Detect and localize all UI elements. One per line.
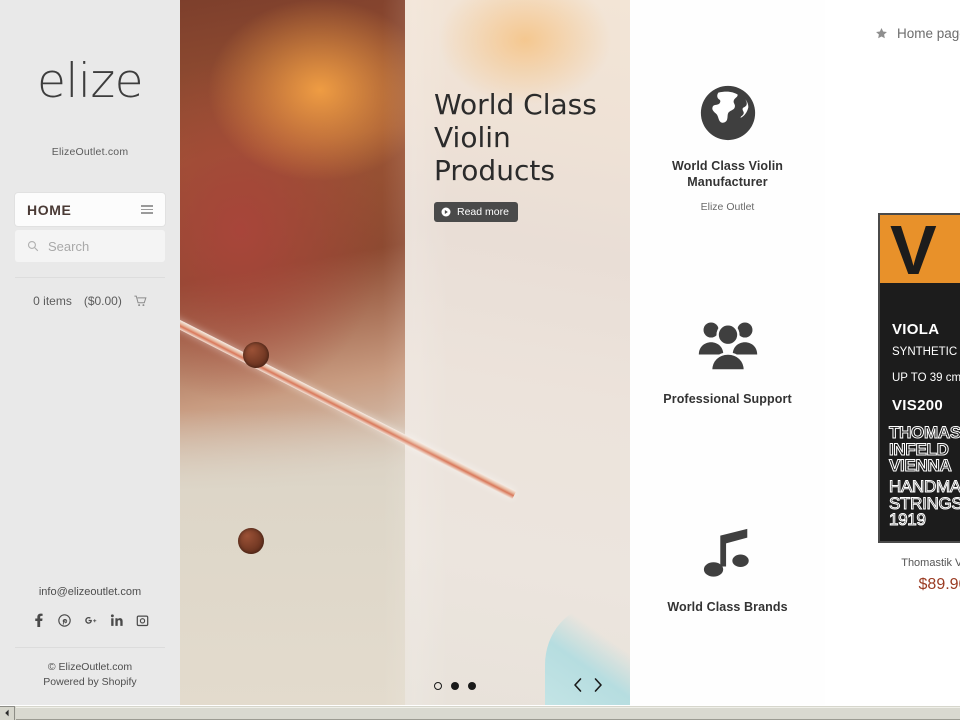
product-box-line1: VIOLA xyxy=(892,321,940,338)
play-circle-icon xyxy=(441,207,451,217)
chevron-right-icon[interactable] xyxy=(592,677,604,693)
scroll-left-button[interactable] xyxy=(0,705,15,720)
hero-title: World Class Violin Products xyxy=(434,88,597,188)
product-box-body: VIOLA SYNTHETIC CORE UP TO 39 cm 15.4" V… xyxy=(880,285,960,414)
feature-item-support[interactable]: Professional Support xyxy=(630,315,825,418)
feature-icon-wrap xyxy=(697,82,759,144)
feature-item-manufacturer[interactable]: World Class Violin Manufacturer Elize Ou… xyxy=(630,82,825,213)
scrollbar-thumb[interactable] xyxy=(16,706,960,720)
home-page-link[interactable]: Home page xyxy=(875,26,960,41)
instagram-icon[interactable] xyxy=(136,613,149,628)
feature-title: World Class Brands xyxy=(667,600,788,614)
sidebar-divider xyxy=(15,277,165,278)
chevron-left-icon[interactable] xyxy=(572,677,584,693)
hamburger-icon[interactable] xyxy=(141,205,153,214)
copyright-block: © ElizeOutlet.com Powered by Shopify xyxy=(43,660,136,690)
site-logo-subtitle: ElizeOutlet.com xyxy=(51,146,129,158)
carousel-dot-3[interactable] xyxy=(468,682,476,690)
carousel-dots[interactable] xyxy=(434,682,476,690)
globe-icon xyxy=(700,85,755,141)
product-price: $89.90 xyxy=(918,576,960,593)
product-image[interactable]: V VIOLA SYNTHETIC CORE UP TO 39 cm 15.4"… xyxy=(878,213,960,543)
hero-slider[interactable]: World Class Violin Products Read more xyxy=(180,0,630,705)
feature-subtitle: Elize Outlet xyxy=(700,201,755,213)
carousel-dot-1[interactable] xyxy=(434,682,442,690)
feature-item-brands[interactable]: World Class Brands xyxy=(630,523,825,626)
facebook-icon[interactable] xyxy=(32,613,45,628)
feature-icon-wrap xyxy=(696,315,760,377)
contact-email[interactable]: info@elizeoutlet.com xyxy=(39,586,141,598)
social-links xyxy=(32,613,149,628)
feature-icon-wrap xyxy=(701,523,755,585)
search-icon xyxy=(27,240,39,252)
product-card[interactable]: V VIOLA SYNTHETIC CORE UP TO 39 cm 15.4"… xyxy=(878,213,960,594)
brand-line-3: VIENNA xyxy=(889,456,953,476)
sidebar-footer: info@elizeoutlet.com © ElizeOutlet.com P… xyxy=(0,586,180,690)
carousel-arrows[interactable] xyxy=(572,677,604,693)
cart-summary[interactable]: 0 items ($0.00) xyxy=(15,294,165,308)
product-box-line3: UP TO 39 cm 15.4" xyxy=(892,372,960,385)
footer-divider xyxy=(15,646,165,648)
horizontal-scrollbar[interactable] xyxy=(0,705,960,720)
feature-title: World Class Violin Manufacturer xyxy=(671,159,784,189)
feature-column: World Class Violin Manufacturer Elize Ou… xyxy=(630,0,825,705)
product-name[interactable]: Thomastik Vision xyxy=(878,557,960,569)
people-group-icon xyxy=(698,322,757,372)
search-placeholder: Search xyxy=(48,238,90,254)
cart-icon xyxy=(134,295,147,307)
search-input[interactable]: Search xyxy=(15,230,165,262)
product-box-line4: VIS200 xyxy=(892,396,944,414)
copyright-text: © ElizeOutlet.com xyxy=(47,660,133,673)
star-icon xyxy=(876,27,887,39)
sidebar: elize ElizeOutlet.com HOME Search 0 item… xyxy=(0,0,180,705)
home-page-label: Home page xyxy=(897,26,960,41)
product-panel: Home page V VIOLA SYNTHETIC CORE UP TO 3… xyxy=(825,0,960,705)
brand-tagline: HANDMADE STRINGS SINCE 1919 xyxy=(889,477,960,530)
read-more-button[interactable]: Read more xyxy=(434,202,518,223)
sidebar-item-home[interactable]: HOME xyxy=(15,193,165,226)
scroll-left-arrow-icon xyxy=(5,709,9,717)
read-more-label: Read more xyxy=(457,206,509,219)
linkedin-icon[interactable] xyxy=(110,613,123,628)
product-box-line2: SYNTHETIC CORE xyxy=(892,346,960,358)
page-root: elize ElizeOutlet.com HOME Search 0 item… xyxy=(0,0,960,720)
hero-caption: World Class Violin Products Read more xyxy=(434,88,624,223)
product-box-header: V xyxy=(880,215,960,285)
product-box-letter: V xyxy=(890,213,937,289)
product-brand-block: THOMASTIK INFELD VIENNA HANDMADE STRINGS… xyxy=(889,424,960,530)
feature-title: Professional Support xyxy=(663,392,792,406)
googleplus-icon[interactable] xyxy=(84,613,97,628)
sidebar-item-home-label: HOME xyxy=(27,201,72,218)
site-logo[interactable]: elize xyxy=(37,58,144,105)
carousel-dot-2[interactable] xyxy=(451,682,459,690)
cart-total: ($0.00) xyxy=(83,294,122,308)
cart-item-count: 0 items xyxy=(33,294,72,308)
powered-by-text: Powered by Shopify xyxy=(43,675,137,688)
pinterest-icon[interactable] xyxy=(57,613,71,628)
music-note-icon xyxy=(703,528,749,577)
